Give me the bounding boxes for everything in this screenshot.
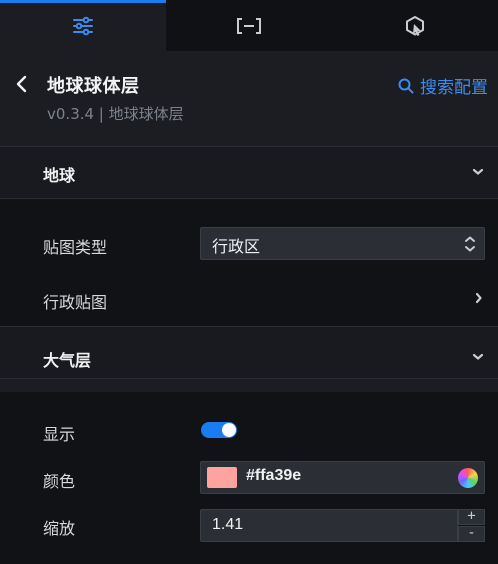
bracket-icon [237, 17, 261, 34]
texture-type-label: 贴图类型 [43, 238, 108, 257]
increment-button[interactable]: + [458, 509, 485, 525]
scale-value: 1.41 [212, 516, 244, 533]
admin-texture-label[interactable]: 行政贴图 [43, 289, 107, 313]
section-atmosphere-title: 大气层 [43, 351, 92, 370]
page-title: 地球球体层 [47, 76, 140, 97]
color-label: 颜色 [43, 472, 76, 491]
chevron-down-icon [472, 353, 484, 360]
panel-header [0, 51, 498, 146]
decrement-button[interactable]: - [458, 526, 485, 542]
tab-interaction[interactable] [332, 0, 498, 51]
tab-style[interactable] [0, 0, 166, 51]
texture-type-select[interactable]: 行政区 [200, 227, 485, 260]
search-config-label: 搜索配置 [420, 78, 488, 98]
color-wheel-icon[interactable] [458, 468, 478, 488]
search-icon [398, 78, 414, 93]
interaction-icon [406, 15, 424, 36]
version-text: v0.3.4 | 地球球体层 [47, 105, 184, 123]
search-config-link[interactable]: 搜索配置 [398, 73, 488, 98]
back-arrow-icon[interactable] [12, 74, 32, 94]
scale-label: 缩放 [43, 519, 76, 538]
color-value: #ffa39e [246, 467, 302, 484]
sliders-icon [73, 16, 93, 35]
color-input[interactable]: #ffa39e [200, 461, 485, 494]
select-arrows-icon [465, 236, 475, 252]
section-earth-header[interactable]: 地球 [0, 146, 498, 199]
config-tabs [0, 0, 498, 51]
color-swatch[interactable] [207, 467, 237, 488]
show-toggle[interactable] [201, 422, 237, 438]
chevron-right-icon[interactable] [475, 292, 483, 304]
section-atmosphere-header[interactable]: 大气层 [0, 326, 498, 379]
tab-data[interactable] [166, 0, 332, 51]
toggle-knob [222, 423, 236, 437]
scale-input[interactable]: 1.41 [200, 509, 458, 542]
section-earth-title: 地球 [43, 166, 76, 185]
chevron-down-icon [472, 168, 484, 175]
scale-stepper: + - [458, 509, 485, 542]
show-label: 显示 [43, 425, 76, 444]
texture-type-value: 行政区 [212, 237, 261, 256]
